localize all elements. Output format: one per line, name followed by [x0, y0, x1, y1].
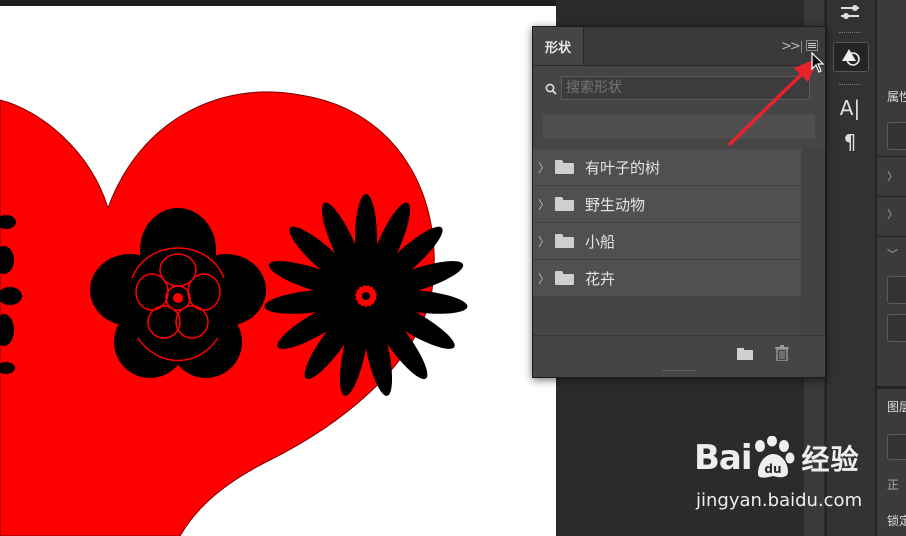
property-field[interactable] [887, 314, 906, 342]
trash-icon[interactable] [775, 345, 789, 361]
strip-grip[interactable] [839, 84, 861, 88]
group-label: 小船 [585, 232, 616, 251]
paragraph-icon[interactable]: ¶ [833, 128, 867, 156]
panel-footer [533, 335, 825, 372]
canvas-artwork [0, 91, 468, 536]
shapes-icon[interactable] [833, 42, 869, 72]
tab-shapes[interactable]: 形状 [533, 27, 584, 65]
character-icon[interactable]: A| [833, 94, 867, 122]
baidu-paw-logo: du [755, 436, 795, 478]
chevron-right-icon[interactable]: 〉 [533, 270, 555, 287]
list-item[interactable]: 〉 有叶子的树 [533, 149, 801, 186]
properties-title[interactable]: 属性 [887, 88, 906, 105]
document-canvas[interactable] [0, 6, 556, 536]
folder-icon[interactable] [737, 348, 753, 360]
chevron-right-icon[interactable]: 〉 [533, 159, 555, 176]
watermark-brand-suffix: 经验 [801, 443, 860, 476]
search-icon [545, 83, 557, 95]
layer-thumbnail[interactable] [887, 122, 906, 150]
list-item[interactable]: 〉 花卉 [533, 260, 801, 297]
shape-group-list: 〉 有叶子的树 〉 野生动物 〉 小船 〉 花卉 [533, 149, 801, 297]
folder-icon [555, 271, 575, 285]
panel-resize-grip[interactable] [663, 370, 695, 375]
chevron-right-icon[interactable]: 〉 [533, 233, 555, 250]
group-label: 野生动物 [585, 195, 646, 214]
mouse-cursor-icon [811, 52, 825, 73]
list-item[interactable]: 〉 小船 [533, 223, 801, 260]
layers-title[interactable]: 图层 [887, 398, 906, 415]
watermark-brand-text: Bai [694, 438, 753, 478]
chevron-down-icon[interactable]: ﹀ [887, 246, 898, 262]
list-scrollbar[interactable] [801, 149, 825, 335]
folder-icon [555, 234, 575, 248]
baidu-watermark: Bai 经验 du jingyan.baidu.com [694, 436, 894, 528]
chevron-right-icon[interactable]: 〉 [887, 168, 898, 184]
chevron-right-icon[interactable]: 〉 [533, 196, 555, 213]
property-field[interactable] [887, 276, 906, 304]
group-label: 有叶子的树 [585, 158, 661, 177]
strip-grip[interactable] [839, 32, 861, 36]
folder-icon [555, 160, 575, 174]
list-item[interactable]: 〉 野生动物 [533, 186, 801, 223]
adjust-sliders-icon[interactable] [833, 0, 867, 28]
group-label: 花卉 [585, 269, 616, 288]
svg-text:du: du [764, 462, 781, 476]
chevron-right-icon[interactable]: 〉 [887, 206, 898, 222]
watermark-url: jingyan.baidu.com [696, 490, 863, 511]
folder-icon [555, 197, 575, 211]
